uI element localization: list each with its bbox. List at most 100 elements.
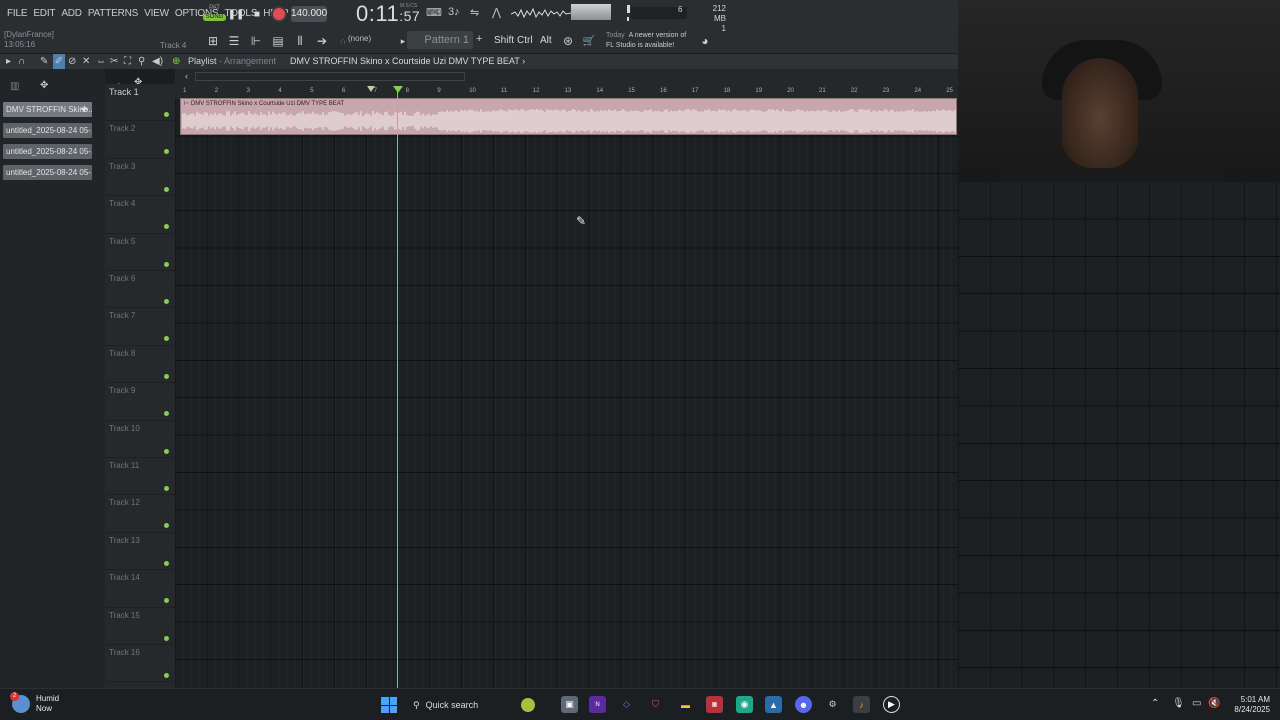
start-button[interactable]	[381, 697, 397, 713]
menu-file[interactable]: FILE	[4, 6, 30, 21]
globe-icon[interactable]: ◕	[696, 32, 714, 50]
cart-icon[interactable]: 🛒	[580, 32, 598, 50]
track-header[interactable]: Track 15	[105, 608, 175, 645]
menu-patterns[interactable]: PATTERNS	[85, 6, 141, 21]
track-header[interactable]: Track 7	[105, 308, 175, 346]
stop-button[interactable]: ■	[248, 6, 266, 22]
discord-icon[interactable]: ☻	[795, 696, 812, 713]
track-header[interactable]: Track 11	[105, 458, 175, 496]
typing-keyboard-icon[interactable]: ⌨	[426, 6, 442, 19]
recent-files-icon[interactable]: ⊞	[204, 32, 222, 50]
picker-clip-3[interactable]: untitled_2025-08-24 05-...	[3, 144, 92, 159]
photos-app-icon[interactable]: ▲	[765, 696, 782, 713]
metronome-icon[interactable]: ⋀	[492, 6, 501, 19]
record-button[interactable]	[270, 6, 288, 22]
delete-tool-icon[interactable]: ⊘	[68, 54, 76, 69]
slip-tool-icon[interactable]: ⇔	[96, 54, 106, 69]
arrow-right-icon[interactable]: ➔	[313, 32, 331, 50]
scroll-left-icon[interactable]: ‹	[185, 71, 188, 81]
media-player-icon[interactable]: ▶	[883, 696, 900, 713]
step-edit-icon[interactable]: 3♪	[448, 6, 460, 18]
slice-tool-icon[interactable]: ✂	[110, 54, 118, 69]
track-header[interactable]: Track 9	[105, 383, 175, 421]
track-enable-led[interactable]	[164, 186, 169, 192]
pattern-button[interactable]: Pattern 1	[407, 31, 473, 49]
draw-tool-icon[interactable]: ✎	[40, 54, 48, 69]
playlist-grid-extended[interactable]	[958, 182, 1280, 688]
news-panel[interactable]: Today A newer version of FL Studio is av…	[606, 31, 686, 51]
playhead-marker[interactable]	[393, 86, 403, 93]
track-header[interactable]: Track 1	[105, 84, 175, 122]
alt-button[interactable]: Alt	[540, 35, 552, 46]
chat-app-icon[interactable]: ◉	[736, 696, 753, 713]
piano-roll-icon[interactable]: ⊩	[247, 32, 265, 50]
track-enable-led[interactable]	[164, 673, 169, 678]
menu-view[interactable]: VIEW	[141, 6, 172, 21]
pat-song-toggle[interactable]: PAT SONG	[203, 5, 226, 24]
blend-notes-icon[interactable]: ⇋	[470, 6, 479, 19]
track-enable-led[interactable]	[164, 523, 169, 529]
file-explorer-icon[interactable]: ▬	[677, 696, 694, 713]
picker-clip-4[interactable]: untitled_2025-08-24 05-...	[3, 165, 92, 180]
menu-edit[interactable]: EDIT	[30, 6, 58, 21]
playlist-view-icon[interactable]: ☰	[225, 32, 243, 50]
steam-icon[interactable]: ⚙	[824, 696, 841, 713]
track-header[interactable]: Track 13	[105, 533, 175, 571]
picker-clip-source-icon[interactable]: ▥	[10, 81, 19, 92]
track-header[interactable]: Track 14	[105, 570, 175, 608]
volume-muted-icon[interactable]: 🔇	[1208, 698, 1220, 709]
zoom-tool-icon[interactable]: ⚲	[138, 54, 145, 69]
track-header[interactable]: Track 6	[105, 271, 175, 309]
picker-clip-1[interactable]: DMV STROFFIN Skino... ✚	[3, 102, 92, 117]
track-enable-led[interactable]	[164, 149, 169, 155]
track-header[interactable]: Track 12	[105, 495, 175, 533]
audio-clip-track-1[interactable]: ⊢ DMV STROFFIN Skino x Courtside Uzi DMV…	[180, 98, 957, 135]
track-enable-led[interactable]	[164, 635, 169, 641]
track-enable-led[interactable]	[164, 224, 169, 230]
track-enable-led[interactable]	[164, 411, 169, 417]
media-app-icon[interactable]: ▦	[706, 696, 723, 713]
news-icon[interactable]: ⊛	[559, 32, 577, 50]
track-enable-led[interactable]	[164, 299, 169, 304]
tray-overflow-icon[interactable]: ⌃	[1151, 698, 1159, 709]
system-clock[interactable]: 5:01 AM 8/24/2025	[1224, 695, 1270, 715]
arrangement-selector[interactable]: DMV STROFFIN Skino x Courtside Uzi DMV T…	[290, 56, 525, 66]
track-enable-led[interactable]	[164, 448, 169, 454]
quick-search[interactable]: ⚲ Quick search	[405, 693, 545, 717]
visual-studio-icon[interactable]: ◇	[618, 696, 635, 713]
menu-add[interactable]: ADD	[58, 6, 85, 21]
clip-options-icon[interactable]: ✚	[81, 102, 88, 117]
track-enable-led[interactable]	[164, 598, 169, 604]
tempo-display[interactable]: 140.000	[291, 6, 327, 22]
loop-marker[interactable]	[367, 86, 375, 92]
track-header[interactable]: Track 16	[105, 645, 175, 683]
mixer-icon[interactable]: ⫴	[291, 32, 309, 50]
mute-tool-icon[interactable]: ✕	[82, 54, 90, 69]
track-header[interactable]: Track 5	[105, 234, 175, 271]
picker-center-icon[interactable]: ✥	[40, 80, 48, 91]
track-header[interactable]: Track 10	[105, 421, 175, 458]
channel-rack-icon[interactable]: ▤	[269, 32, 287, 50]
horizontal-scroll-zoom[interactable]	[195, 72, 465, 81]
paint-tool-icon[interactable]: ✐	[53, 54, 65, 69]
add-pattern-button[interactable]: +	[476, 33, 482, 45]
next-app-icon[interactable]: N	[589, 696, 606, 713]
track-header[interactable]: Track 8	[105, 346, 175, 384]
track-enable-led[interactable]	[164, 261, 169, 267]
track-header[interactable]: Track 3	[105, 159, 175, 197]
brave-browser-icon[interactable]: ⛉	[647, 696, 664, 713]
track-header[interactable]: Track 4	[105, 196, 175, 234]
ctrl-button[interactable]: Ctrl	[517, 35, 533, 46]
snap-magnet-icon[interactable]: ∩	[18, 54, 25, 69]
network-icon[interactable]: ▭	[1192, 698, 1201, 709]
track-enable-led[interactable]	[164, 486, 169, 491]
timeline-ruler[interactable]: ‹ 1 2 3 4 5 6 7 8 9 10 11 12 13 14 15 16 17 18 19 20 21 22 23 2…	[175, 69, 958, 99]
select-tool-icon[interactable]: ⛶	[124, 54, 131, 69]
track-enable-led[interactable]	[164, 560, 169, 566]
fl-studio-taskbar-icon[interactable]: ♪	[853, 696, 870, 713]
playlist-grid[interactable]	[175, 99, 958, 688]
track-enable-led[interactable]	[164, 336, 169, 342]
microphone-icon[interactable]: 🎙	[1172, 698, 1185, 709]
pause-button[interactable]: ❚❚	[227, 6, 245, 22]
pattern-selector[interactable]: (none)	[348, 34, 371, 43]
